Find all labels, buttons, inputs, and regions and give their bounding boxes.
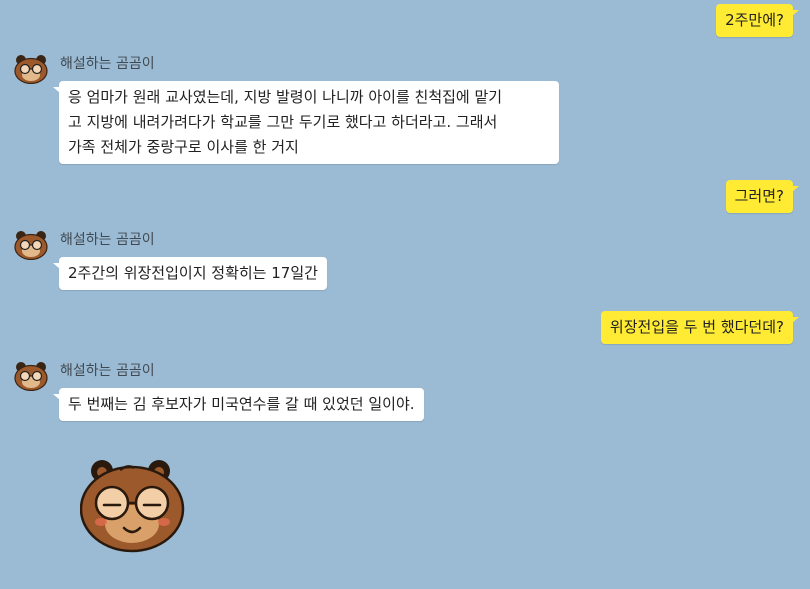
sender-name: 해설하는 곰곰이 (60, 56, 155, 72)
bear-glasses-smile-sticker (80, 460, 185, 553)
message-line: 고 지방에 내려가려다가 학교를 그만 두기로 했다고 하더라고. 그래서 (68, 113, 498, 131)
bear-avatar-icon[interactable] (14, 361, 48, 391)
their-message-bubble: 2주간의 위장전입이지 정확히는 17일간 (53, 257, 327, 290)
sender-name: 해설하는 곰곰이 (60, 232, 155, 248)
message-text: 2주만에? (725, 11, 784, 29)
my-message-bubble: 그러면? (725, 180, 800, 213)
message-line: 가족 전체가 중랑구로 이사를 한 거지 (68, 138, 299, 156)
message-line: 두 번째는 김 후보자가 미국연수를 갈 때 있었던 일이야. (68, 395, 415, 413)
their-message-bubble: 응 엄마가 원래 교사였는데, 지방 발령이 나니까 아이를 친척집에 맡기 고… (53, 81, 559, 164)
their-message-bubble: 두 번째는 김 후보자가 미국연수를 갈 때 있었던 일이야. (53, 388, 424, 421)
bear-avatar-icon[interactable] (14, 230, 48, 260)
message-text: 그러면? (734, 187, 784, 205)
sender-name: 해설하는 곰곰이 (60, 363, 155, 379)
message-line: 응 엄마가 원래 교사였는데, 지방 발령이 나니까 아이를 친척집에 맡기 (68, 88, 503, 106)
my-message-bubble: 위장전입을 두 번 했다던데? (600, 311, 800, 344)
message-text: 위장전입을 두 번 했다던데? (609, 318, 784, 336)
bear-avatar-icon[interactable] (14, 54, 48, 84)
my-message-bubble: 2주만에? (716, 4, 799, 37)
message-line: 2주간의 위장전입이지 정확히는 17일간 (68, 264, 318, 282)
